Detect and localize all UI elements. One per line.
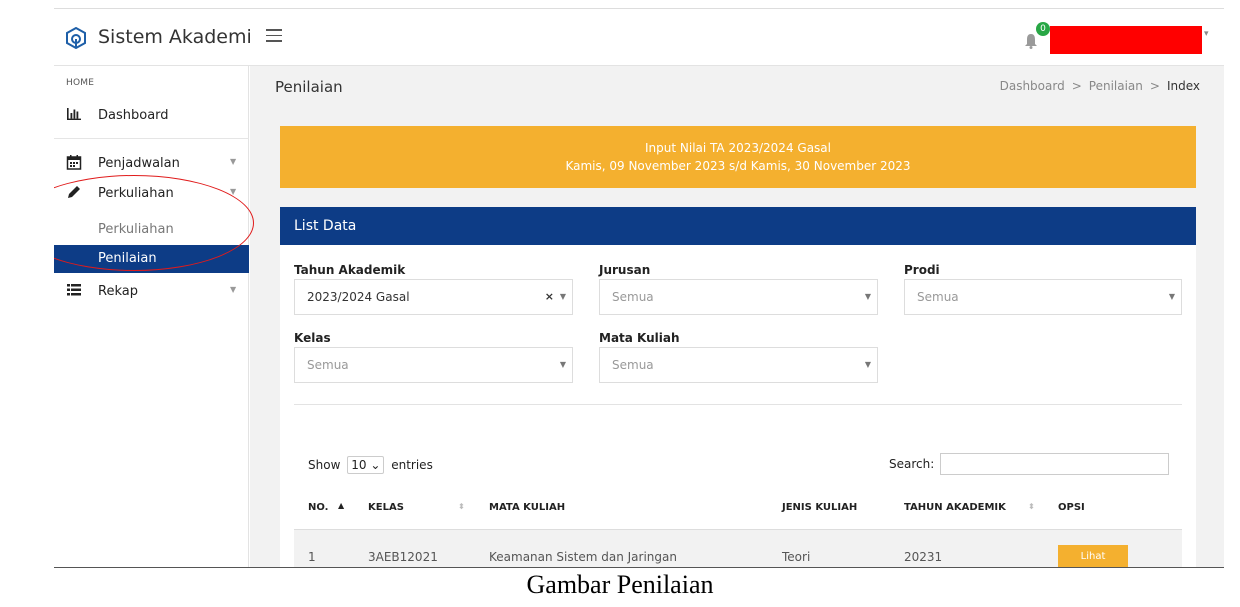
chevron-down-icon: ▼ <box>864 360 871 369</box>
sidebar-item-label: Penjadwalan <box>98 156 180 171</box>
sidebar-item-perkuliahan[interactable]: Perkuliahan ▼ <box>54 178 249 208</box>
select-value: 2023/2024 Gasal <box>307 290 410 304</box>
sidebar-item-label: Dashboard <box>98 108 169 123</box>
filter-label-mata-kuliah: Mata Kuliah <box>599 331 680 345</box>
entries-label: entries <box>391 458 433 472</box>
top-bar: Sistem Akademik 0 ▾ <box>54 9 1224 66</box>
cell-no: 1 <box>308 550 316 564</box>
chevron-down-icon: ▼ <box>559 292 566 301</box>
select-value: Semua <box>612 290 654 304</box>
sidebar-subitem-label: Perkuliahan <box>98 222 174 237</box>
entries-length-control: Show 10 ⌄ entries <box>308 456 433 474</box>
column-header-label: NO. <box>308 502 329 513</box>
column-header-mata-kuliah[interactable]: MATA KULIAH <box>489 502 565 513</box>
chevron-down-icon: ▼ <box>559 360 566 369</box>
clear-icon[interactable]: × <box>545 290 554 303</box>
breadcrumb-link-dashboard[interactable]: Dashboard <box>1000 79 1065 93</box>
alert-title: Input Nilai TA 2023/2024 Gasal <box>645 141 831 155</box>
breadcrumb: Dashboard > Penilaian > Index <box>1000 79 1200 93</box>
app-title[interactable]: Sistem Akademik <box>98 26 250 48</box>
list-data-card: List Data Tahun Akademik 2023/2024 Gasal… <box>280 207 1196 567</box>
column-header-tahun-akademik[interactable]: TAHUN AKADEMIK ⬍ <box>904 502 1035 513</box>
filter-label-kelas: Kelas <box>294 331 331 345</box>
user-menu-redacted[interactable] <box>1050 26 1202 54</box>
entries-value: 10 <box>351 458 367 472</box>
card-title: List Data <box>280 207 1196 245</box>
column-header-label: KELAS <box>368 502 404 513</box>
app-logo-icon <box>66 27 86 49</box>
lihat-button[interactable]: Lihat <box>1058 545 1128 567</box>
column-header-label: MATA KULIAH <box>489 502 566 513</box>
filter-label-jurusan: Jurusan <box>599 263 651 277</box>
chevron-down-icon: ▼ <box>1168 292 1175 301</box>
tahun-akademik-select[interactable]: 2023/2024 Gasal × ▼ <box>294 279 573 315</box>
prodi-select[interactable]: Semua ▼ <box>904 279 1182 315</box>
list-icon <box>67 284 81 296</box>
kelas-select[interactable]: Semua ▼ <box>294 347 573 383</box>
cell-mata-kuliah: Keamanan Sistem dan Jaringan <box>489 550 677 564</box>
app-window: Sistem Akademik 0 ▾ HOME Dashboard Penja… <box>54 8 1224 568</box>
sidebar-item-rekap[interactable]: Rekap ▼ <box>54 276 249 306</box>
cell-tahun-akademik: 20231 <box>904 550 943 564</box>
sidebar-item-dashboard[interactable]: Dashboard <box>54 100 249 130</box>
chevron-down-icon: ▼ <box>230 187 237 196</box>
bell-icon[interactable] <box>1024 33 1038 49</box>
sidebar-item-penjadwalan[interactable]: Penjadwalan ▼ <box>54 148 249 178</box>
cell-kelas: 3AEB12021 <box>368 550 438 564</box>
select-value: Semua <box>307 358 349 372</box>
column-header-kelas[interactable]: KELAS ⬍ <box>368 502 465 513</box>
pencil-icon <box>68 186 80 198</box>
jurusan-select[interactable]: Semua ▼ <box>599 279 878 315</box>
sidebar: HOME Dashboard Penjadwalan ▼ Perkuliahan… <box>54 66 249 567</box>
breadcrumb-link-penilaian[interactable]: Penilaian <box>1089 79 1143 93</box>
select-value: Semua <box>612 358 654 372</box>
cell-jenis-kuliah: Teori <box>782 550 811 564</box>
column-header-no[interactable]: NO. ▲ <box>308 501 344 513</box>
sidebar-item-label: Rekap <box>98 284 138 299</box>
breadcrumb-separator: > <box>1149 79 1160 93</box>
sort-icon: ⬍ <box>1028 502 1035 511</box>
sidebar-subitem-perkuliahan[interactable]: Perkuliahan <box>54 216 249 244</box>
info-alert: Input Nilai TA 2023/2024 Gasal Kamis, 09… <box>280 126 1196 188</box>
main-content: Penilaian Dashboard > Penilaian > Index Inpu… <box>250 66 1224 567</box>
show-label: Show <box>308 458 341 472</box>
calendar-icon <box>66 155 82 170</box>
filter-label-tahun-akademik: Tahun Akademik <box>294 263 406 277</box>
column-header-label: TAHUN AKADEMIK <box>904 502 1006 513</box>
filter-label-prodi: Prodi <box>904 263 940 277</box>
sidebar-item-label: Perkuliahan <box>98 186 174 201</box>
select-value: Semua <box>917 290 959 304</box>
search-label: Search: <box>889 457 935 471</box>
bar-chart-icon <box>67 108 81 120</box>
sidebar-header: HOME <box>66 78 95 88</box>
column-header-opsi[interactable]: OPSI <box>1058 502 1085 513</box>
breadcrumb-separator: > <box>1071 79 1082 93</box>
breadcrumb-current: Index <box>1166 79 1200 93</box>
column-header-jenis-kuliah[interactable]: JENIS KULIAH <box>782 502 857 513</box>
search-input[interactable] <box>940 453 1169 475</box>
sidebar-subitem-label: Penilaian <box>98 251 157 266</box>
page-title: Penilaian <box>275 78 343 96</box>
sidebar-subitem-penilaian[interactable]: Penilaian <box>54 245 249 273</box>
sort-ascending-icon: ▲ <box>338 501 345 510</box>
entries-select[interactable]: 10 ⌄ <box>347 456 385 474</box>
menu-toggle-icon[interactable] <box>266 29 282 43</box>
sort-icon: ⬍ <box>458 502 465 511</box>
chevron-down-icon: ⌄ <box>370 458 381 472</box>
figure-caption: Gambar Penilaian <box>526 570 714 599</box>
chevron-down-icon: ▼ <box>864 292 871 301</box>
column-header-label: JENIS KULIAH <box>782 502 858 513</box>
notification-badge: 0 <box>1036 22 1050 36</box>
chevron-down-icon: ▼ <box>230 285 237 294</box>
chevron-down-icon[interactable]: ▾ <box>1204 29 1209 39</box>
alert-period: Kamis, 09 November 2023 s/d Kamis, 30 No… <box>565 159 911 173</box>
mata-kuliah-select[interactable]: Semua ▼ <box>599 347 878 383</box>
sidebar-divider <box>54 138 249 139</box>
chevron-down-icon: ▼ <box>230 157 237 166</box>
divider <box>294 404 1182 405</box>
column-header-label: OPSI <box>1058 502 1085 513</box>
